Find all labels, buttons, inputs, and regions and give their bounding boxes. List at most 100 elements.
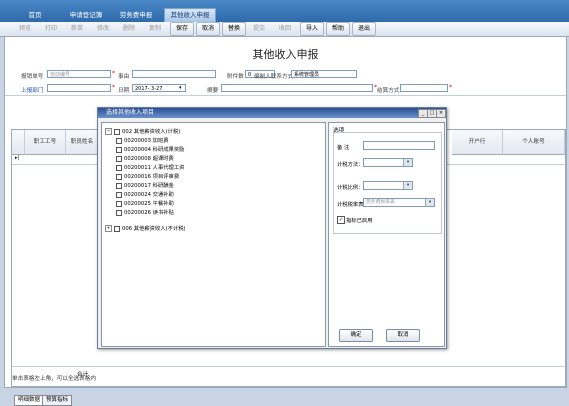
settle-input[interactable] bbox=[400, 84, 448, 92]
toolbar: 预览 打印 新单 修改 删除 复制 保存 取消 替换 提交 收回 导入 帮助 退出 bbox=[0, 22, 569, 37]
remark-input[interactable] bbox=[363, 141, 435, 150]
tab-other-income[interactable]: 其他收入申报 bbox=[164, 8, 216, 22]
close-icon[interactable]: × bbox=[436, 109, 446, 118]
chevron-down-icon[interactable]: ▾ bbox=[179, 85, 182, 91]
cancel-button[interactable]: 取消 bbox=[386, 329, 420, 342]
folder-icon bbox=[114, 225, 120, 232]
document-icon bbox=[116, 173, 122, 180]
tree-node[interactable]: 00200025 午餐补助 bbox=[116, 199, 174, 207]
flag-label: 指标已启用 bbox=[346, 218, 373, 224]
attach-label: 附件数 bbox=[227, 74, 244, 80]
header-staff-no[interactable]: 职工工号 bbox=[25, 130, 66, 155]
toolbar-button: 提交 bbox=[253, 25, 266, 32]
summary-label: 摘要 bbox=[207, 88, 219, 94]
tab-budget-index[interactable]: 预算指标 bbox=[42, 395, 73, 406]
toolbar-button: 打印 bbox=[45, 25, 58, 32]
tax-ratio-select[interactable]: ▾ bbox=[363, 181, 413, 190]
date-input[interactable]: 2017- 3-27 bbox=[132, 84, 186, 92]
income-item-tree: − 002 其他薪资收入(计税) 00200003 加班费 00200004 科研成果… bbox=[101, 122, 326, 347]
tab-detail-data[interactable]: 明细数据 bbox=[14, 395, 45, 406]
toolbar-button[interactable]: 帮助 bbox=[326, 22, 351, 36]
chevron-down-icon[interactable]: ▾ bbox=[403, 159, 412, 166]
top-tab-bar: 首页 申请登记簿 劳务费申报 其他收入申报 bbox=[0, 0, 569, 22]
tab-application-register[interactable]: 申请登记簿 bbox=[64, 9, 108, 22]
dept-label: 上报部门 bbox=[21, 88, 44, 94]
required-mark: * bbox=[112, 84, 115, 91]
required-mark: * bbox=[112, 70, 115, 77]
tree-node-label: 00200026 读书补贴 bbox=[124, 210, 174, 216]
page-title: 其他收入申报 bbox=[252, 48, 319, 61]
toolbar-button: 删除 bbox=[123, 25, 136, 32]
row-pointer-icon: ▸| bbox=[15, 155, 20, 161]
tree-node[interactable]: 00200026 读书补贴 bbox=[116, 208, 174, 216]
document-icon bbox=[116, 191, 122, 198]
toolbar-button: 修改 bbox=[97, 25, 110, 32]
tree-node[interactable]: 00200004 科研成果奖励 bbox=[116, 145, 184, 153]
tax-method-select[interactable]: ▾ bbox=[363, 158, 413, 167]
toolbar-button[interactable]: 导入 bbox=[300, 22, 325, 36]
tree-node-label: 00200016 项目评审费 bbox=[124, 174, 180, 180]
select-item-dialog: 选择其他收入项目 _ □ × − 002 其他薪资收入(计税) 00200003 加… bbox=[97, 107, 447, 349]
tree-node-label: 006 其他薪资收入(不计税) bbox=[122, 226, 186, 232]
dialog-title: 选择其他收入项目 bbox=[106, 109, 155, 116]
tree-node-label: 002 其他薪资收入(计税) bbox=[122, 129, 181, 135]
date-label: 日期 bbox=[118, 88, 130, 94]
tax-table-select[interactable]: 劳务费税率表 ▾ bbox=[363, 198, 435, 207]
tree-node[interactable]: 00200017 科研酬金 bbox=[116, 181, 174, 189]
toolbar-button: 新单 bbox=[71, 25, 84, 32]
toolbar-button[interactable]: 退出 bbox=[352, 22, 377, 36]
editor-input[interactable]: 系统管理员 bbox=[291, 70, 357, 78]
doc-no-input[interactable]: 自动编号 bbox=[47, 70, 111, 78]
editor-label: 编制人联系方式 bbox=[254, 74, 294, 80]
document-icon bbox=[116, 209, 122, 216]
tree-node-label: 00200025 午餐补助 bbox=[124, 201, 174, 207]
select-all-cell[interactable] bbox=[12, 130, 25, 155]
tax-table-placeholder: 劳务费税率表 bbox=[366, 200, 395, 205]
tree-node[interactable]: 00200024 交通补助 bbox=[116, 190, 174, 198]
tab-home[interactable]: 首页 bbox=[16, 9, 54, 22]
toolbar-button[interactable]: 替换 bbox=[222, 22, 247, 36]
flag-checkbox[interactable]: ✓ bbox=[337, 216, 345, 224]
tax-method-label: 计税方法： bbox=[337, 162, 364, 168]
dialog-titlebar[interactable]: 选择其他收入项目 _ □ × bbox=[98, 108, 446, 118]
tree-node[interactable]: +006 其他薪资收入(不计税) bbox=[105, 224, 186, 232]
required-mark: * bbox=[449, 84, 452, 91]
chevron-down-icon[interactable]: ▾ bbox=[403, 182, 412, 189]
document-icon bbox=[116, 155, 122, 162]
expand-icon[interactable]: + bbox=[105, 225, 112, 232]
status-text: 单击表格左上角，可以全选表格内 bbox=[12, 376, 96, 382]
folder-icon bbox=[114, 128, 120, 135]
document-icon bbox=[116, 182, 122, 189]
collapse-icon[interactable]: − bbox=[105, 128, 112, 135]
header-staff-name[interactable]: 职员姓名 bbox=[66, 130, 99, 155]
tree-node-label: 00200004 科研成果奖励 bbox=[124, 147, 185, 153]
tree-node[interactable]: 00200011 人事代理工资 bbox=[116, 163, 184, 171]
tree-node[interactable]: − 002 其他薪资收入(计税) bbox=[105, 127, 180, 135]
chevron-down-icon[interactable]: ▾ bbox=[425, 199, 434, 206]
matter-label: 事由 bbox=[118, 74, 130, 80]
toolbar-button[interactable]: 取消 bbox=[196, 22, 221, 36]
toolbar-button: 收回 bbox=[279, 25, 292, 32]
divider bbox=[12, 366, 565, 367]
matter-input[interactable] bbox=[132, 70, 216, 78]
tree-node-label: 00200008 超课时费 bbox=[124, 156, 174, 162]
dept-input[interactable] bbox=[47, 84, 111, 92]
ok-button[interactable]: 确定 bbox=[339, 329, 373, 342]
tree-node-label: 00200024 交通补助 bbox=[124, 192, 174, 198]
document-icon bbox=[116, 200, 122, 207]
remark-label: 备 注 bbox=[337, 145, 350, 151]
tree-node[interactable]: 00200003 加班费 bbox=[116, 136, 169, 144]
tree-node[interactable]: 00200016 项目评审费 bbox=[116, 172, 179, 180]
header-account[interactable]: 个人账号 bbox=[503, 130, 565, 155]
tree-node[interactable]: 00200008 超课时费 bbox=[116, 154, 174, 162]
summary-input[interactable] bbox=[221, 84, 373, 92]
divider bbox=[5, 95, 566, 96]
tree-node-label: 00200017 科研酬金 bbox=[124, 183, 174, 189]
toolbar-button[interactable]: 保存 bbox=[170, 22, 195, 36]
tree-node-label: 00200011 人事代理工资 bbox=[124, 165, 185, 171]
tab-labor-fee[interactable]: 劳务费申报 bbox=[114, 9, 158, 22]
toolbar-button: 复制 bbox=[149, 25, 162, 32]
document-icon bbox=[116, 146, 122, 153]
document-icon bbox=[116, 137, 122, 144]
header-bank[interactable]: 开户行 bbox=[452, 130, 503, 155]
